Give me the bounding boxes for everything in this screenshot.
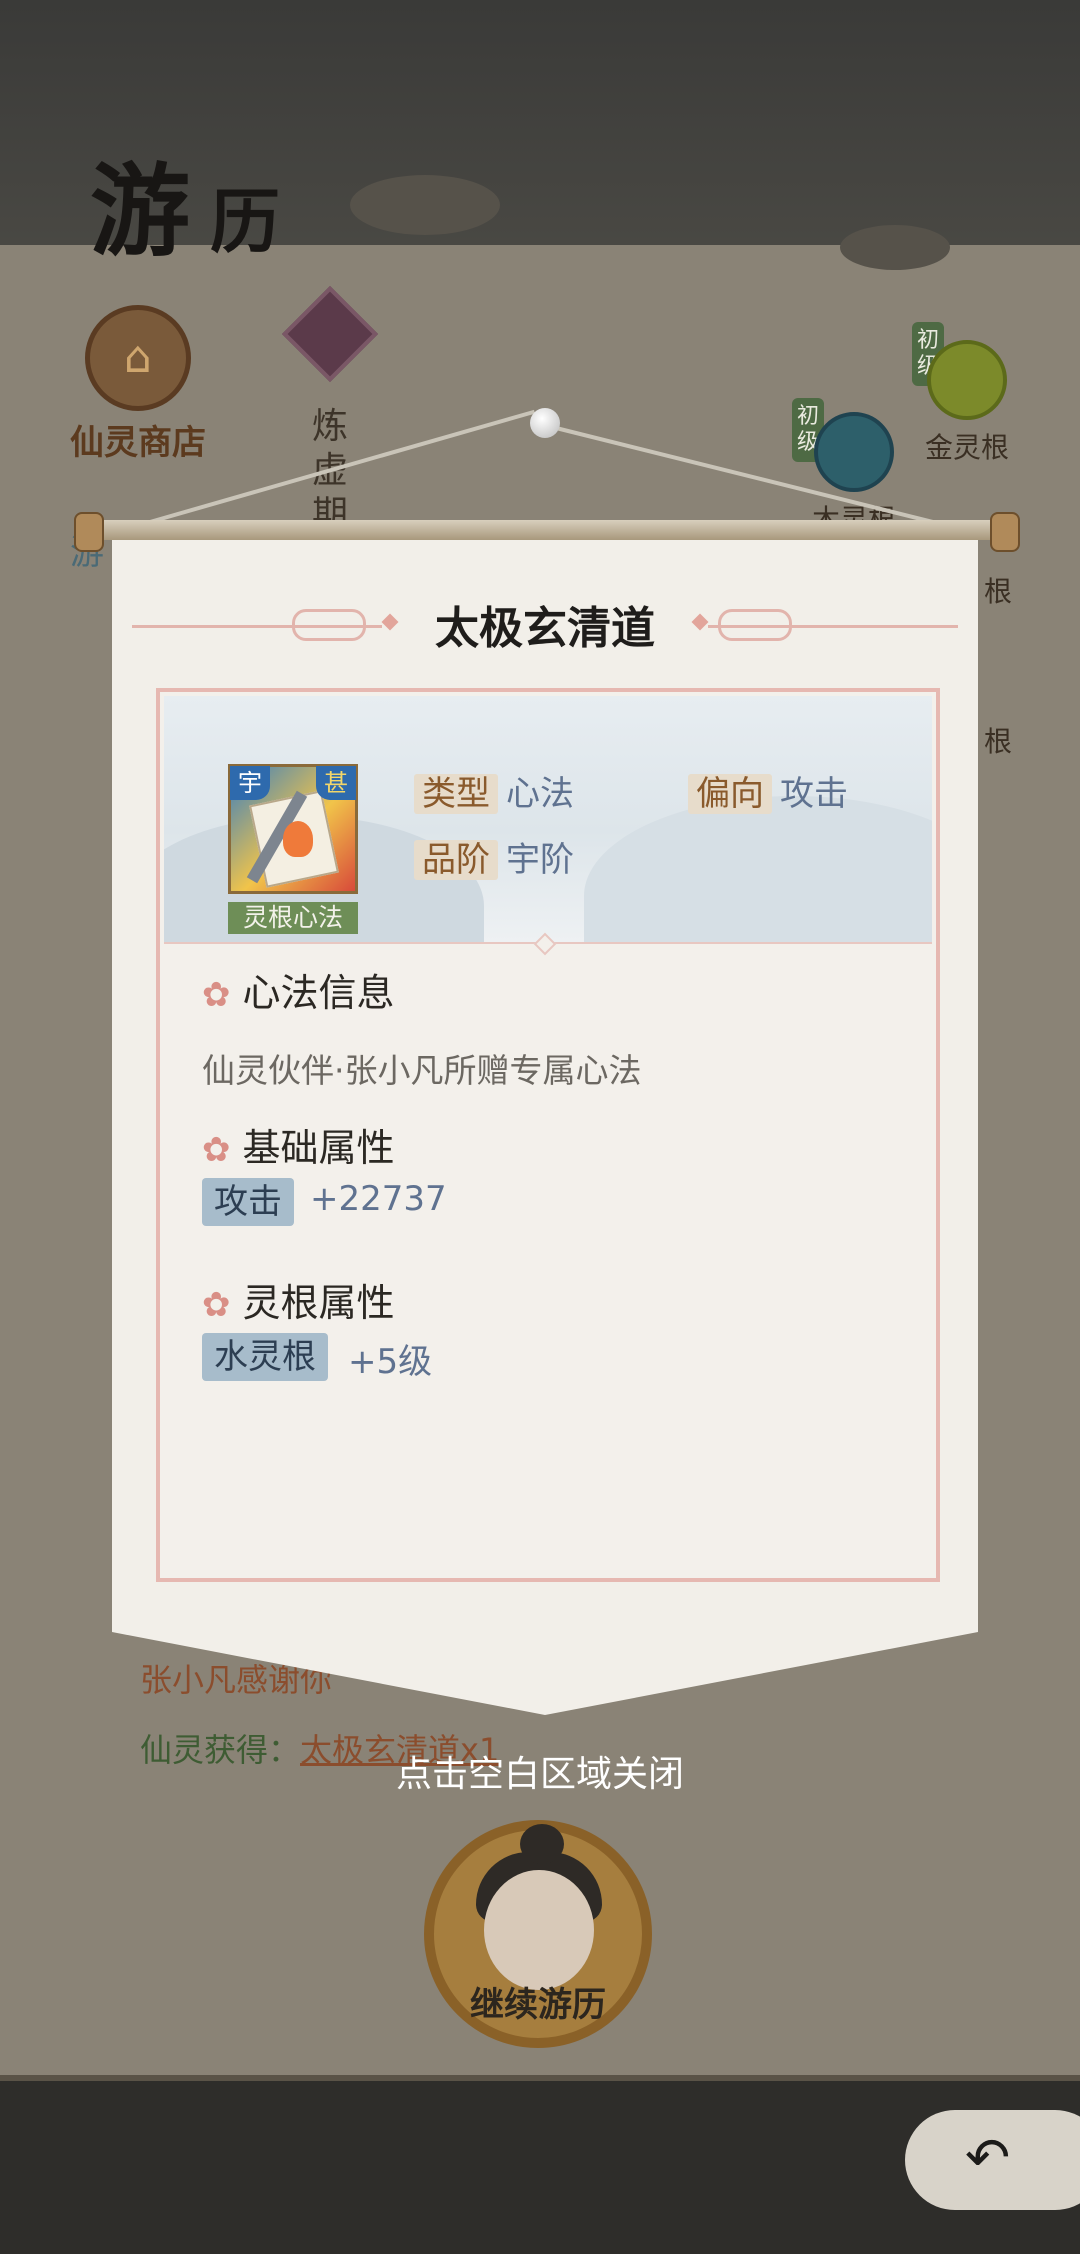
item-detail-popup: 太极玄清道 宇 甚 灵根心法 类型 心法 偏向 攻击 品阶 宇阶 ✿ 心法信息 … — [112, 530, 978, 1715]
flower-icon: ✿ — [202, 1130, 231, 1170]
cloud-decoration — [350, 175, 500, 235]
back-arrow-icon: ↶ — [965, 2126, 1011, 2189]
back-button[interactable]: ↶ — [905, 2110, 1080, 2210]
grade-key: 品阶 — [414, 840, 498, 880]
grade-field: 品阶 宇阶 — [414, 832, 574, 881]
page-title: 游历 — [90, 152, 300, 270]
type-field: 类型 心法 — [414, 766, 574, 815]
section-info-description: 仙灵伙伴·张小凡所赠专属心法 — [202, 1051, 642, 1090]
gold-root-icon — [927, 340, 1007, 420]
section-info-title: ✿ 心法信息 — [202, 971, 395, 1015]
grade-value: 宇阶 — [506, 840, 574, 880]
root-label: 金灵根 — [925, 431, 1010, 464]
hanging-knob — [530, 408, 560, 438]
root-gold[interactable]: 金灵根 — [925, 340, 1009, 466]
section-base-title: ✿ 基础属性 — [202, 1126, 395, 1170]
root-label-fragment: 根 — [984, 725, 1013, 758]
section-root-title: ✿ 灵根属性 — [202, 1281, 395, 1325]
base-attr-value: +22737 — [310, 1179, 447, 1219]
scroll-rod-cap — [74, 512, 104, 552]
bias-key: 偏向 — [688, 774, 772, 814]
close-hint-text[interactable]: 点击空白区域关闭 — [0, 1745, 1080, 1797]
shop-button[interactable]: ⌂ 仙灵商店 — [70, 305, 206, 464]
shop-label: 仙灵商店 — [70, 423, 206, 463]
wood-root-icon — [814, 412, 894, 492]
character-bun — [520, 1824, 564, 1864]
continue-label: 继续游历 — [470, 1985, 606, 2025]
bias-value: 攻击 — [780, 774, 848, 814]
element-badge: 甚 — [316, 766, 356, 800]
character-avatar — [484, 1870, 594, 1990]
flower-icon: ✿ — [202, 1285, 231, 1325]
mountain-decoration — [584, 796, 932, 942]
flame-icon — [283, 821, 313, 857]
root-attr-name: 水灵根 — [202, 1333, 328, 1381]
item-header: 宇 甚 灵根心法 类型 心法 偏向 攻击 品阶 宇阶 — [164, 696, 932, 942]
scroll-rod — [84, 520, 1014, 540]
scroll-rod-cap — [990, 512, 1020, 552]
item-detail-frame: 宇 甚 灵根心法 类型 心法 偏向 攻击 品阶 宇阶 ✿ 心法信息 仙灵伙伴·张小凡所赠… — [156, 688, 940, 1582]
shop-icon: ⌂ — [85, 305, 191, 411]
root-label-fragment: 根 — [984, 575, 1013, 608]
popup-title: 太极玄清道 — [435, 603, 655, 654]
type-value: 心法 — [506, 774, 574, 814]
root-attr-value: +5级 — [348, 1342, 433, 1382]
continue-travel-button[interactable]: 继续游历 — [424, 1820, 652, 2048]
cloud-decoration — [840, 225, 950, 270]
type-key: 类型 — [414, 774, 498, 814]
item-category-label: 灵根心法 — [228, 902, 358, 934]
bias-field: 偏向 攻击 — [688, 766, 848, 815]
flower-icon: ✿ — [202, 975, 231, 1015]
grade-badge: 宇 — [230, 766, 270, 800]
base-attr-name: 攻击 — [202, 1178, 294, 1226]
